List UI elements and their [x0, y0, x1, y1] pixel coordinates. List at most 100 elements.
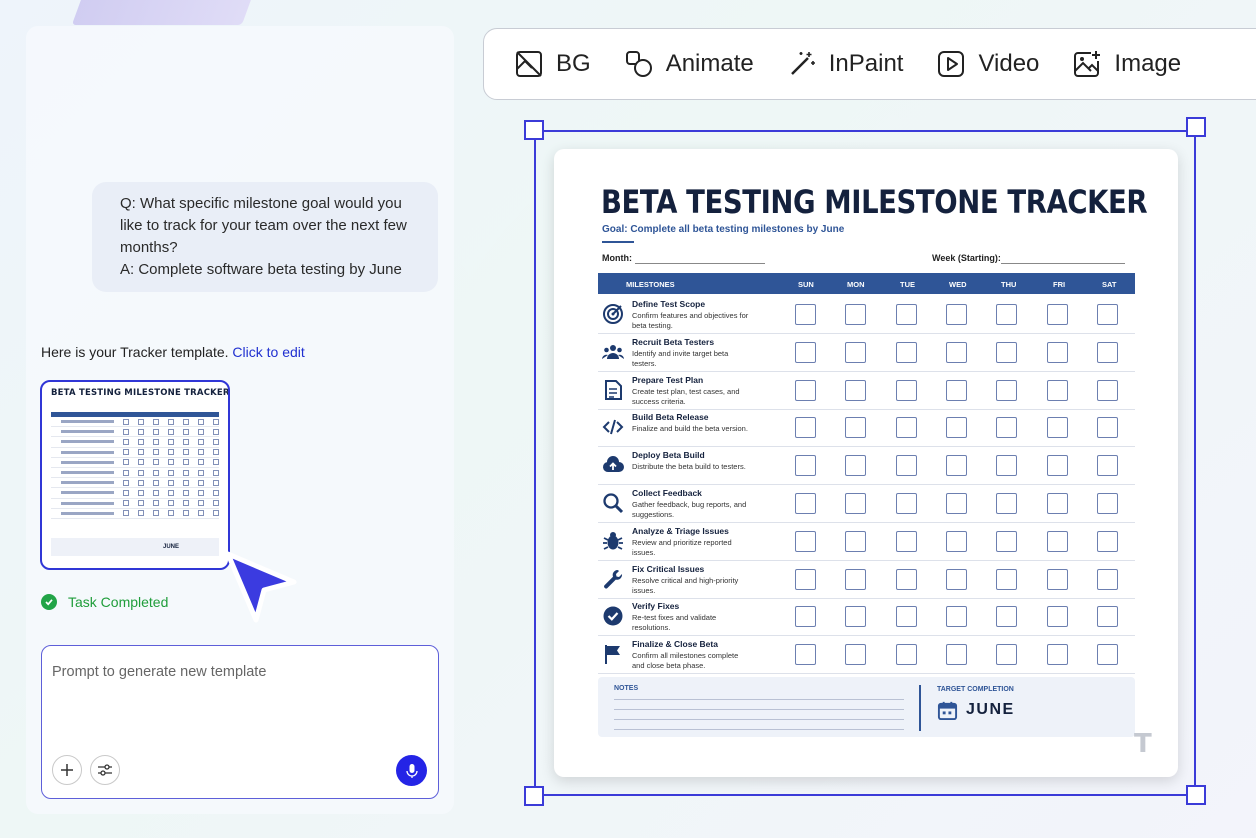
day-checkbox-mon[interactable] [845, 568, 866, 590]
day-checkbox-fri[interactable] [1047, 568, 1068, 590]
day-checkbox-sat[interactable] [1097, 341, 1118, 363]
day-checkbox-mon[interactable] [845, 417, 866, 439]
resize-handle-bottom-right[interactable] [1186, 785, 1206, 805]
day-checkbox-fri[interactable] [1047, 644, 1068, 666]
day-checkbox-fri[interactable] [1047, 606, 1068, 628]
template-thumbnail[interactable]: BETA TESTING MILESTONE TRACKER JUNE [40, 380, 230, 570]
day-checkbox-sun[interactable] [795, 455, 816, 477]
day-checkbox-sat[interactable] [1097, 606, 1118, 628]
thumbnail-checkbox [123, 510, 130, 517]
day-checkbox-fri[interactable] [1047, 455, 1068, 477]
day-checkbox-thu[interactable] [996, 493, 1017, 514]
day-checkbox-tue[interactable] [896, 606, 917, 628]
day-checkbox-sun[interactable] [795, 568, 816, 590]
pointer-cursor-icon [225, 551, 297, 623]
day-checkbox-tue[interactable] [896, 644, 917, 666]
video-button[interactable]: Video [936, 49, 1039, 79]
day-checkbox-mon[interactable] [845, 455, 866, 477]
day-checkbox-sat[interactable] [1097, 417, 1118, 439]
day-checkbox-tue[interactable] [896, 455, 917, 477]
month-label: Month: [602, 253, 632, 263]
day-checkbox-sat[interactable] [1097, 304, 1118, 325]
day-checkbox-wed[interactable] [946, 606, 967, 628]
day-checkbox-fri[interactable] [1047, 530, 1068, 552]
task-status: Task Completed [41, 594, 168, 610]
day-checkbox-fri[interactable] [1047, 493, 1068, 514]
thumbnail-row [51, 478, 220, 489]
day-checkbox-fri[interactable] [1047, 341, 1068, 363]
day-checkbox-sun[interactable] [795, 379, 816, 401]
day-checkbox-thu[interactable] [996, 530, 1017, 552]
day-checkbox-tue[interactable] [896, 530, 917, 552]
animate-button[interactable]: Animate [624, 49, 754, 79]
day-checkbox-sat[interactable] [1097, 455, 1118, 477]
inpaint-button[interactable]: InPaint [787, 49, 903, 79]
note-line [614, 729, 904, 730]
day-checkbox-wed[interactable] [946, 455, 967, 477]
day-checkbox-fri[interactable] [1047, 304, 1068, 325]
day-checkbox-sun[interactable] [795, 417, 816, 439]
day-checkbox-wed[interactable] [946, 417, 967, 439]
milestone-description: Review and prioritize reported issues. [632, 537, 732, 557]
day-checkbox-wed[interactable] [946, 493, 967, 514]
resize-handle-bottom-left[interactable] [524, 786, 544, 806]
day-checkbox-thu[interactable] [996, 379, 1017, 401]
thumbnail-checkbox [198, 479, 205, 486]
day-checkbox-mon[interactable] [845, 304, 866, 325]
day-checkbox-thu[interactable] [996, 455, 1017, 477]
day-checkbox-mon[interactable] [845, 493, 866, 514]
day-checkbox-thu[interactable] [996, 644, 1017, 666]
day-checkbox-thu[interactable] [996, 606, 1017, 628]
bg-button[interactable]: BG [514, 49, 591, 79]
day-checkbox-sun[interactable] [795, 644, 816, 666]
day-checkbox-sat[interactable] [1097, 379, 1118, 401]
day-checkbox-wed[interactable] [946, 530, 967, 552]
day-checkbox-tue[interactable] [896, 417, 917, 439]
tracker-document[interactable]: BETA TESTING MILESTONE TRACKER Goal: Com… [554, 149, 1178, 777]
day-checkbox-sun[interactable] [795, 493, 816, 514]
settings-button[interactable] [90, 755, 120, 785]
day-checkbox-wed[interactable] [946, 379, 967, 401]
day-checkbox-mon[interactable] [845, 644, 866, 666]
day-checkbox-mon[interactable] [845, 606, 866, 628]
day-checkbox-mon[interactable] [845, 530, 866, 552]
day-checkbox-sat[interactable] [1097, 530, 1118, 552]
image-button[interactable]: Image [1072, 49, 1181, 79]
day-checkbox-sat[interactable] [1097, 568, 1118, 590]
day-checkbox-tue[interactable] [896, 493, 917, 514]
thumbnail-checkbox [153, 469, 160, 476]
day-checkbox-sun[interactable] [795, 530, 816, 552]
day-checkbox-wed[interactable] [946, 304, 967, 325]
add-button[interactable] [52, 755, 82, 785]
thumbnail-checkbox [138, 469, 145, 476]
thumbnail-checkbox [168, 469, 175, 476]
day-checkbox-wed[interactable] [946, 341, 967, 363]
day-checkbox-fri[interactable] [1047, 379, 1068, 401]
day-checkbox-sat[interactable] [1097, 644, 1118, 666]
mic-button[interactable] [396, 755, 427, 786]
animate-label: Animate [665, 50, 754, 77]
day-checkbox-wed[interactable] [946, 644, 967, 666]
day-checkbox-fri[interactable] [1047, 417, 1068, 439]
day-checkbox-thu[interactable] [996, 568, 1017, 590]
resize-handle-top-left[interactable] [524, 120, 544, 140]
day-checkbox-thu[interactable] [996, 341, 1017, 363]
resize-handle-top-right[interactable] [1186, 117, 1206, 137]
thumbnail-row [51, 509, 220, 519]
edit-link[interactable]: Click to edit [232, 344, 304, 360]
day-checkbox-tue[interactable] [896, 341, 917, 363]
day-checkbox-tue[interactable] [896, 304, 917, 325]
day-checkbox-tue[interactable] [896, 379, 917, 401]
day-checkbox-sun[interactable] [795, 304, 816, 325]
day-checkbox-wed[interactable] [946, 568, 967, 590]
prompt-input[interactable] [52, 664, 422, 680]
day-checkbox-sun[interactable] [795, 606, 816, 628]
day-checkbox-mon[interactable] [845, 341, 866, 363]
day-checkbox-sat[interactable] [1097, 493, 1118, 514]
day-checkbox-sun[interactable] [795, 341, 816, 363]
day-checkbox-mon[interactable] [845, 379, 866, 401]
day-checkbox-thu[interactable] [996, 304, 1017, 325]
day-checkbox-thu[interactable] [996, 417, 1017, 439]
day-checkbox-tue[interactable] [896, 568, 917, 590]
note-line [614, 709, 904, 710]
